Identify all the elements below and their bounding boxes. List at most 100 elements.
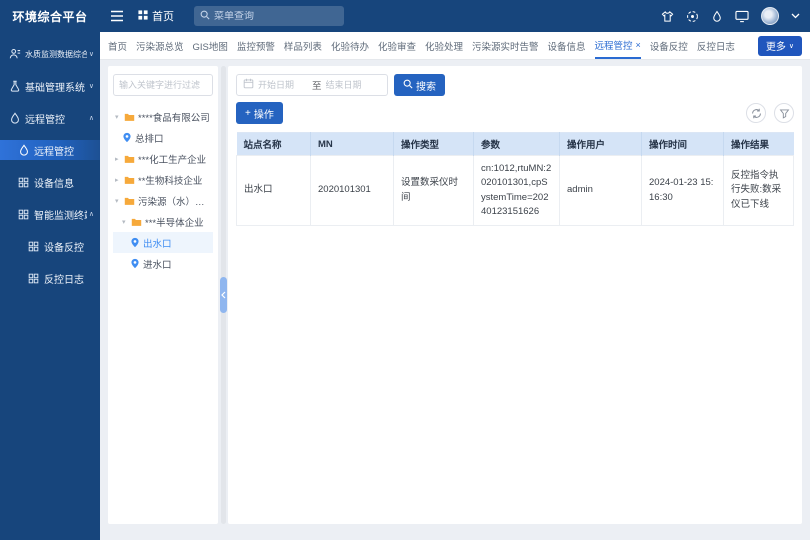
search-button[interactable]: 搜索 — [394, 74, 445, 96]
droplet-icon — [8, 112, 21, 125]
tree-node-label: **生物科技企业 — [138, 173, 202, 187]
folder-icon — [124, 112, 135, 122]
operation-row: + 操作 — [236, 102, 794, 124]
home-breadcrumb[interactable]: 首页 — [138, 8, 174, 24]
tree-node-label: 总排口 — [135, 131, 164, 145]
tab-home[interactable]: 首页 — [108, 32, 127, 59]
chevron-down-icon: ∨ — [89, 50, 94, 58]
workspace: ▾ ****食品有限公司 总排口 ▸ — [100, 60, 810, 540]
tab-monitor-alert[interactable]: 监控预警 — [237, 32, 275, 59]
tab-remote-control-active[interactable]: 远程管控 × — [595, 32, 641, 59]
tab-lab-review[interactable]: 化验审查 — [378, 32, 416, 59]
chevron-down-icon: ∨ — [789, 42, 794, 50]
tree-node-outlet-selected[interactable]: 出水口 — [113, 232, 213, 253]
caret-right-icon[interactable]: ▸ — [115, 176, 124, 184]
sidebar-item-smart-terminal[interactable]: 智能监测终端 ∧ — [0, 204, 100, 224]
sidebar-item-device-info[interactable]: 设备信息 — [0, 172, 100, 192]
cell-mn: 2020101301 — [311, 156, 394, 226]
search-icon — [403, 79, 413, 92]
chevron-down-icon[interactable] — [791, 13, 800, 19]
hamburger-menu-icon[interactable] — [110, 10, 124, 22]
tab-device-reverse-control[interactable]: 设备反控 — [650, 32, 688, 59]
tab-reverse-control-log[interactable]: 反控日志 — [697, 32, 735, 59]
end-date-input[interactable] — [326, 80, 376, 90]
caret-down-icon[interactable]: ▾ — [115, 113, 124, 121]
range-separator: 至 — [312, 78, 322, 92]
map-pin-icon — [130, 237, 140, 248]
date-range-picker[interactable]: 至 — [236, 74, 388, 96]
chevron-up-icon: ∧ — [89, 114, 94, 122]
tree-node-inlet[interactable]: 进水口 — [113, 253, 213, 274]
sidebar-item-label: 智能监测终端 — [34, 207, 87, 222]
filter-row: 至 搜索 — [236, 74, 794, 96]
tab-sample-list[interactable]: 样品列表 — [284, 32, 322, 59]
tree-filter-input[interactable] — [113, 74, 213, 96]
operate-button[interactable]: + 操作 — [236, 102, 283, 124]
sidebar-item-water-quality-analysis[interactable]: 水质监测数据综合分析 ∨ — [0, 44, 100, 64]
search-button-label: 搜索 — [416, 78, 436, 93]
tab-device-info[interactable]: 设备信息 — [548, 32, 586, 59]
tree-node-main-outlet[interactable]: 总排口 — [113, 127, 213, 148]
analysis-icon — [8, 48, 21, 61]
menu-search-input[interactable] — [214, 11, 338, 22]
sidebar-item-label: 设备反控 — [44, 239, 94, 254]
droplet-icon[interactable] — [711, 10, 723, 23]
tab-pollution-overview[interactable]: 污染源总览 — [136, 32, 184, 59]
tab-label: 远程管控 — [595, 38, 633, 52]
sidebar-item-remote-control-group[interactable]: 远程管控 ∧ — [0, 108, 100, 128]
flask-icon — [8, 80, 21, 93]
caret-down-icon[interactable]: ▾ — [122, 218, 131, 226]
sidebar-item-remote-control[interactable]: 远程管控 — [0, 140, 100, 160]
tree-node-chemical-company[interactable]: ▸ ***化工生产企业 — [113, 148, 213, 169]
tree-node-label: ***半导体企业 — [145, 215, 204, 229]
column-header-op-user: 操作用户 — [560, 133, 642, 156]
column-header-op-type: 操作类型 — [394, 133, 474, 156]
tree-node-biotech-company[interactable]: ▸ **生物科技企业 — [113, 169, 213, 190]
sidebar-item-reverse-control-log[interactable]: 反控日志 — [0, 268, 100, 288]
more-label: 更多 — [766, 38, 786, 53]
sidebar-menu: 水质监测数据综合分析 ∨ 基础管理系统 ∨ 远程管控 ∧ 远程管控 — [0, 32, 100, 300]
theme-shirt-icon[interactable] — [661, 10, 674, 23]
tab-realtime-alarm[interactable]: 污染源实时告警 — [472, 32, 539, 59]
tab-gis-map[interactable]: GIS地图 — [193, 32, 228, 59]
tree-node-label: 污染源（水）环保局 — [138, 194, 213, 208]
app-title: 环境综合平台 — [0, 0, 100, 32]
table-row[interactable]: 出水口 2020101301 设置数采仪时间 cn:1012,rtuMN:202… — [237, 156, 794, 226]
top-header: 首页 — [100, 0, 810, 32]
sidebar-item-label: 远程管控 — [34, 143, 94, 158]
tree-node-semiconductor-company[interactable]: ▾ ***半导体企业 — [113, 211, 213, 232]
caret-right-icon[interactable]: ▸ — [115, 155, 124, 163]
column-header-site-name: 站点名称 — [237, 133, 311, 156]
fullscreen-monitor-icon[interactable] — [735, 10, 749, 23]
tree-node-food-company[interactable]: ▾ ****食品有限公司 — [113, 106, 213, 127]
map-pin-icon — [122, 132, 132, 143]
sidebar-item-device-reverse-control[interactable]: 设备反控 — [0, 236, 100, 256]
header-icons — [661, 7, 800, 25]
dashboard-icon — [138, 10, 148, 23]
more-button[interactable]: 更多 ∨ — [758, 36, 802, 56]
avatar[interactable] — [761, 7, 779, 25]
map-pin-icon — [130, 258, 140, 269]
site-tree: ▾ ****食品有限公司 总排口 ▸ — [113, 106, 213, 274]
folder-icon — [124, 175, 135, 185]
tree-node-label: ****食品有限公司 — [138, 110, 210, 124]
tab-bar: 首页 污染源总览 GIS地图 监控预警 样品列表 化验待办 化验审查 化验处理 … — [100, 32, 810, 60]
column-header-mn: MN — [311, 133, 394, 156]
tree-node-epa-water[interactable]: ▾ 污染源（水）环保局 — [113, 190, 213, 211]
collapse-handle[interactable] — [220, 277, 227, 313]
folder-icon — [124, 154, 135, 164]
main-panel: 至 搜索 + 操作 — [228, 66, 802, 524]
tab-lab-process[interactable]: 化验处理 — [425, 32, 463, 59]
close-icon[interactable]: × — [636, 40, 641, 50]
grid-icon — [17, 208, 30, 221]
start-date-input[interactable] — [258, 80, 308, 90]
site-tree-panel: ▾ ****食品有限公司 总排口 ▸ — [108, 66, 218, 524]
tab-lab-todo[interactable]: 化验待办 — [331, 32, 369, 59]
menu-search-box — [194, 6, 344, 26]
column-settings-button[interactable] — [774, 103, 794, 123]
refresh-button[interactable] — [746, 103, 766, 123]
caret-down-icon[interactable]: ▾ — [115, 197, 124, 205]
layout-icon[interactable] — [686, 10, 699, 23]
sidebar-item-base-management[interactable]: 基础管理系统 ∨ — [0, 76, 100, 96]
column-header-params: 参数 — [474, 133, 560, 156]
